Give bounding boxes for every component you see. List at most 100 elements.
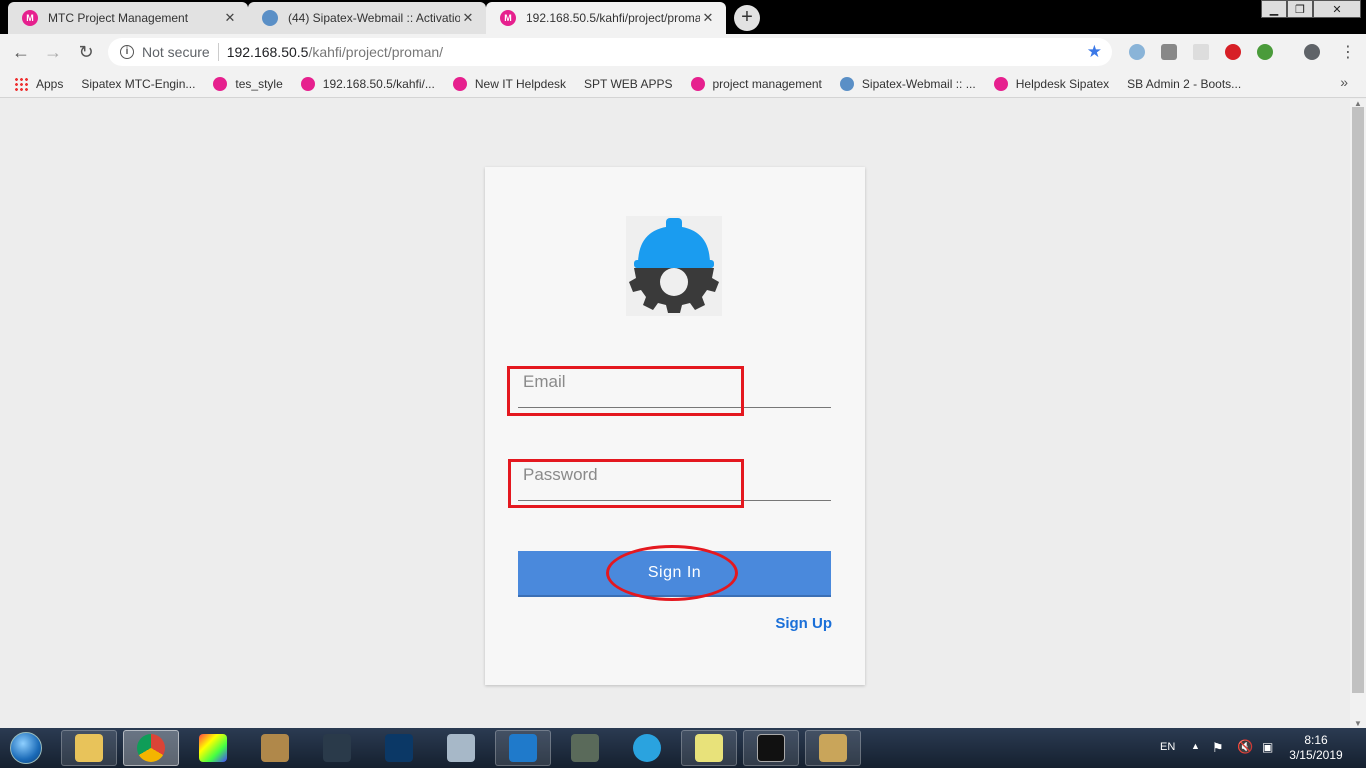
extension-info-icon[interactable] — [1129, 44, 1145, 60]
engineer-helmet-gear-icon — [626, 216, 722, 316]
mtc-icon — [213, 76, 228, 91]
tab-sipatex-webmail[interactable]: (44) Sipatex-Webmail :: Activation ✕ — [248, 2, 486, 34]
taskbar-telegram[interactable] — [619, 730, 675, 766]
new-tab-button[interactable]: + — [734, 5, 760, 31]
annotation-box-email — [507, 366, 744, 416]
mtc-icon — [690, 76, 705, 91]
sign-up-link[interactable]: Sign Up — [775, 615, 832, 632]
url-host: 192.168.50.5 — [226, 44, 309, 60]
bookmark-project-management[interactable]: project management — [690, 76, 822, 91]
sticky-notes-icon — [695, 734, 723, 762]
mtc-icon — [300, 76, 315, 91]
folder-icon — [75, 734, 103, 762]
chevron-right-icon[interactable]: » — [1340, 74, 1348, 90]
language-indicator[interactable]: EN — [1160, 741, 1175, 753]
vscode-icon — [509, 734, 537, 762]
page-viewport: Sign In Sign Up — [0, 99, 1350, 728]
network-icon[interactable]: ▣ — [1262, 740, 1273, 754]
taskbar-security-app[interactable] — [557, 730, 613, 766]
tab-mtc-project-management[interactable]: M MTC Project Management ✕ — [8, 2, 248, 34]
adblock-icon[interactable] — [1225, 44, 1241, 60]
bookmark-label: Sipatex MTC-Engin... — [81, 76, 196, 91]
action-center-flag-icon[interactable]: ⚑ — [1212, 740, 1224, 756]
taskbar-chrome[interactable] — [123, 730, 179, 766]
login-card: Sign In Sign Up — [485, 167, 865, 685]
windows-taskbar: EN ▲ ⚑ 🔇 ▣ 8:16 3/15/2019 — [0, 728, 1366, 768]
taskbar-paint[interactable] — [805, 730, 861, 766]
tab-title: MTC Project Management — [48, 11, 189, 25]
taskbar-command-prompt[interactable] — [743, 730, 799, 766]
webmail-icon — [839, 76, 854, 91]
vertical-scrollbar[interactable]: ▲ ▼ — [1350, 99, 1366, 728]
bookmark-label: 192.168.50.5/kahfi/... — [322, 76, 435, 91]
extension-grid-icon[interactable] — [1193, 44, 1209, 60]
bookmark-label: Sipatex-Webmail :: ... — [861, 76, 976, 91]
tab-strip: M MTC Project Management ✕ (44) Sipatex-… — [0, 0, 1366, 34]
bookmark-tes-style[interactable]: tes_style — [213, 76, 283, 91]
tab-title: 192.168.50.5/kahfi/project/proman — [526, 11, 700, 25]
taskbar-paint-app[interactable] — [185, 730, 241, 766]
menu-dots-icon[interactable]: ⋮ — [1336, 40, 1360, 64]
scroll-down-icon[interactable]: ▼ — [1354, 719, 1362, 728]
mtc-icon — [452, 76, 467, 91]
taskbar-photoshop[interactable] — [371, 730, 427, 766]
taskbar-calculator[interactable] — [433, 730, 489, 766]
close-icon[interactable]: ✕ — [700, 10, 716, 26]
bookmark-label: Helpdesk Sipatex — [1015, 76, 1110, 91]
tray-expand-icon[interactable]: ▲ — [1191, 741, 1200, 751]
back-arrow-icon[interactable]: ← — [9, 40, 33, 64]
bookmark-spt-web-apps[interactable]: SPT WEB APPS — [0, 77, 673, 183]
clock-date: 3/15/2019 — [1289, 748, 1343, 762]
close-window-button[interactable]: ✕ — [1313, 0, 1361, 18]
scrollbar-thumb[interactable] — [1352, 107, 1364, 693]
close-icon[interactable]: ✕ — [222, 10, 238, 26]
apps-grid-icon — [14, 76, 28, 91]
bookmark-label: Apps — [36, 76, 64, 91]
annotation-oval-sign-in — [606, 545, 738, 601]
calculator-icon — [447, 734, 475, 762]
maximize-button[interactable]: ❐ — [1287, 0, 1313, 18]
tools-icon — [261, 734, 289, 762]
nox-icon — [323, 734, 351, 762]
bookmark-label: tes_style — [235, 76, 283, 91]
bookmark-kahfi[interactable]: 192.168.50.5/kahfi/... — [300, 76, 435, 91]
info-icon[interactable]: i — [120, 45, 134, 59]
forward-arrow-icon[interactable]: → — [41, 40, 65, 64]
system-clock[interactable]: 8:16 3/15/2019 — [1284, 733, 1348, 763]
taskbar-vscode[interactable] — [495, 730, 551, 766]
taskbar-file-explorer[interactable] — [61, 730, 117, 766]
bookmark-helpdesk-sipatex[interactable]: Helpdesk Sipatex — [993, 76, 1110, 91]
start-button[interactable] — [4, 730, 48, 766]
telegram-icon — [633, 734, 661, 762]
terminal-icon — [757, 734, 785, 762]
browser-toolbar: ← → ↻ i Not secure 192.168.50.5/kahfi/pr… — [0, 34, 1366, 70]
bookmark-star-icon[interactable]: ★ — [1087, 42, 1102, 62]
bookmark-label: project management — [712, 76, 822, 91]
reload-icon[interactable]: ↻ — [74, 40, 98, 64]
tab-proman[interactable]: M 192.168.50.5/kahfi/project/proman ✕ — [486, 2, 726, 34]
bookmark-sipatex-webmail[interactable]: Sipatex-Webmail :: ... — [839, 76, 976, 91]
taskbar-sticky-notes[interactable] — [681, 730, 737, 766]
profile-icon[interactable] — [1304, 44, 1320, 60]
volume-muted-icon[interactable]: 🔇 — [1237, 739, 1253, 755]
photoshop-icon — [385, 734, 413, 762]
chrome-icon — [137, 734, 165, 762]
lock-icon — [571, 734, 599, 762]
extension-globe-icon[interactable] — [1257, 44, 1273, 60]
bookmark-apps[interactable]: Apps — [14, 76, 64, 91]
address-bar[interactable]: i Not secure 192.168.50.5/kahfi/project/… — [108, 38, 1112, 66]
clock-time: 8:16 — [1304, 733, 1328, 747]
bookmark-label: SB Admin 2 - Boots... — [1127, 76, 1242, 91]
angular-extension-icon[interactable] — [1161, 44, 1177, 60]
taskbar-tools-app[interactable] — [247, 730, 303, 766]
divider — [217, 43, 219, 61]
bookmark-new-it-helpdesk[interactable]: New IT Helpdesk — [452, 76, 566, 91]
taskbar-nox[interactable] — [309, 730, 365, 766]
close-icon[interactable]: ✕ — [460, 10, 476, 26]
bookmark-sipatex-mtc[interactable]: Sipatex MTC-Engin... — [0, 76, 196, 183]
minimize-button[interactable]: ▁ — [1261, 0, 1287, 18]
paint-palette-icon — [819, 734, 847, 762]
tab-title: (44) Sipatex-Webmail :: Activation — [288, 11, 460, 25]
webmail-icon — [262, 10, 278, 26]
bookmark-sb-admin[interactable]: SB Admin 2 - Boots... — [0, 76, 1242, 183]
